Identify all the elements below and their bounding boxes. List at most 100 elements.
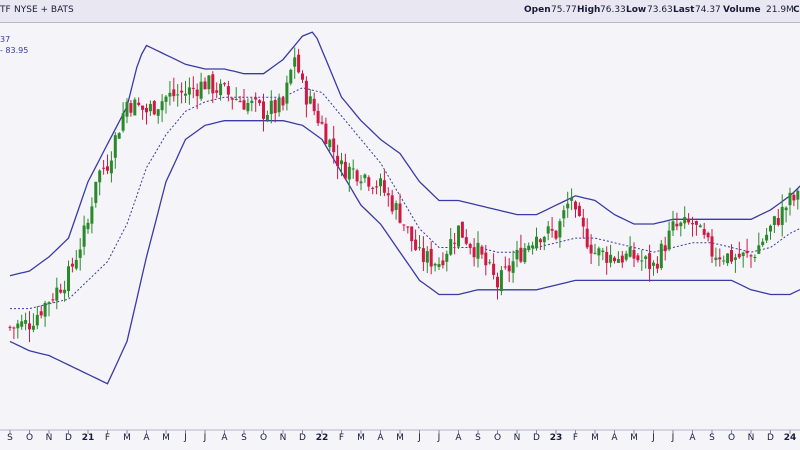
candle-up	[601, 250, 605, 253]
candle-down	[737, 253, 741, 258]
x-tick-label: S	[241, 433, 247, 443]
candle-up	[624, 253, 628, 260]
x-tick-label: O	[260, 433, 267, 443]
candle-up	[761, 241, 765, 246]
candle-up	[741, 252, 745, 257]
candle-down	[453, 242, 457, 244]
candle-up	[644, 256, 648, 259]
candle-up	[47, 302, 51, 305]
x-tick-label: N	[748, 433, 755, 443]
candle-up	[558, 221, 562, 238]
candle-up	[78, 249, 82, 258]
candle-down	[421, 248, 425, 262]
candle-down	[577, 205, 581, 217]
x-tick-label: A	[689, 433, 696, 443]
candle-down	[464, 237, 468, 244]
candle-up	[757, 245, 761, 254]
candle-down	[441, 260, 445, 266]
x-tick-label: J	[203, 433, 207, 443]
candle-up	[499, 270, 503, 292]
high-value: 76.33	[600, 5, 626, 15]
candle-down	[484, 252, 488, 266]
candle-up	[168, 92, 172, 97]
chart-window: TF NYSE + BATS Open 75.77 High 76.33 Low…	[0, 0, 800, 450]
candle-down	[297, 54, 301, 73]
candle-up	[733, 257, 737, 260]
x-tick-label: A	[221, 433, 228, 443]
candle-up	[265, 114, 269, 120]
candle-up	[515, 249, 519, 260]
candle-up	[722, 260, 726, 262]
candle-up	[246, 102, 250, 112]
middle-bollinger-band	[10, 87, 800, 310]
candle-down	[792, 194, 796, 201]
candle-down	[472, 247, 476, 258]
candle-up	[597, 248, 601, 256]
candle-down	[507, 265, 511, 272]
symbol-fragment: TF	[0, 5, 11, 15]
candle-down	[702, 229, 706, 235]
candle-down	[70, 263, 74, 267]
candle-down	[663, 245, 667, 252]
candle-up	[35, 314, 39, 326]
candle-down	[648, 253, 652, 270]
x-tick-label: F	[573, 433, 578, 443]
candle-down	[215, 90, 219, 93]
candle-up	[328, 139, 332, 148]
candle-up	[293, 57, 297, 67]
x-tick-label: 24	[784, 433, 797, 443]
candle-up	[363, 174, 367, 179]
x-tick-label: J	[651, 433, 655, 443]
x-tick-label: 21	[82, 433, 95, 443]
candle-down	[262, 101, 265, 119]
candle-up	[433, 263, 437, 266]
candle-down	[355, 170, 359, 182]
candle-down	[320, 121, 324, 124]
candle-up	[542, 236, 546, 243]
candle-down	[12, 327, 16, 329]
candle-down	[718, 257, 722, 260]
high-label: High	[577, 5, 601, 15]
candle-down	[429, 248, 433, 267]
candle-up	[269, 100, 273, 115]
candle-up	[43, 302, 47, 317]
x-tick-label: O	[728, 433, 735, 443]
candle-up	[562, 210, 566, 219]
candle-down	[195, 89, 199, 97]
open-value: 75.77	[551, 5, 577, 15]
candle-down	[51, 299, 55, 301]
candle-down	[706, 232, 710, 238]
candle-up	[98, 170, 102, 183]
candle-up	[156, 109, 160, 116]
candle-up	[628, 247, 632, 257]
candle-up	[488, 262, 492, 264]
price-chart: S O N D 21 F M A M J J A S O N D 22 F M A M J J A S O N D 23 F M A M J J A S…	[0, 31, 800, 443]
candle-up	[698, 225, 702, 228]
candle-down	[655, 263, 659, 269]
candle-up	[117, 133, 121, 139]
candle-up	[531, 245, 535, 249]
candle-up	[109, 160, 113, 174]
candle-up	[765, 234, 769, 241]
candle-up	[796, 190, 800, 200]
low-label: Low	[626, 5, 647, 15]
candle-down	[402, 224, 406, 226]
candle-up	[418, 247, 421, 249]
candle-up	[652, 262, 655, 266]
candle-up	[667, 230, 671, 250]
candle-down	[28, 323, 31, 330]
candle-up	[250, 100, 254, 104]
candle-up	[788, 192, 792, 206]
candle-down	[343, 161, 347, 179]
candle-up	[437, 264, 441, 267]
candle-down	[141, 105, 145, 110]
candle-down	[574, 201, 577, 210]
candle-down	[585, 228, 589, 248]
candle-down	[636, 255, 640, 261]
candle-down	[145, 108, 148, 113]
candle-down	[39, 311, 43, 316]
candle-up	[308, 96, 312, 104]
x-tick-label: M	[162, 433, 170, 443]
candle-down	[687, 218, 691, 223]
candle-up	[379, 178, 382, 187]
